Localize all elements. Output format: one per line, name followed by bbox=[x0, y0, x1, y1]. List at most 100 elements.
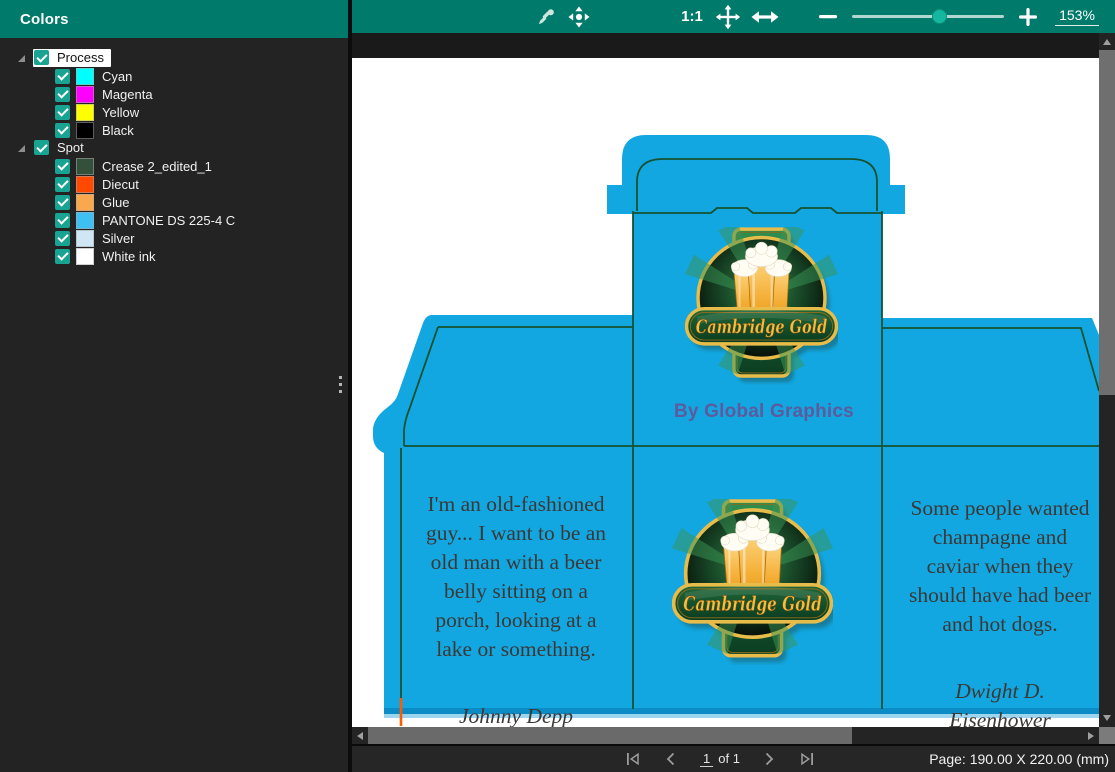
tree-item-silver[interactable]: Silver bbox=[0, 229, 348, 247]
vertical-scrollbar-thumb[interactable] bbox=[1099, 50, 1115, 395]
tree-item-yellow[interactable]: Yellow bbox=[0, 103, 348, 121]
scroll-down-button[interactable] bbox=[1099, 710, 1115, 726]
up-arrow-icon bbox=[1103, 39, 1111, 45]
process-checkbox[interactable] bbox=[34, 50, 49, 65]
silver-checkbox[interactable] bbox=[55, 231, 70, 246]
scroll-up-button[interactable] bbox=[1099, 34, 1115, 50]
white-ink-swatch bbox=[76, 248, 94, 265]
yellow-swatch bbox=[76, 104, 94, 121]
next-page-icon bbox=[763, 752, 775, 766]
page-navigation: 1 of 1 bbox=[624, 746, 816, 772]
down-arrow-icon bbox=[1103, 715, 1111, 721]
cambridge-gold-logo-top: Cambridge Gold bbox=[685, 227, 838, 385]
glue-checkbox[interactable] bbox=[55, 195, 70, 210]
tree-item-diecut[interactable]: Diecut bbox=[0, 175, 348, 193]
document-canvas: Cambridge Gold By Global Graphics bbox=[352, 33, 1115, 744]
zoom-percent-field[interactable]: 153% bbox=[1048, 0, 1106, 33]
quote-right-attribution: Dwight D. Eisenhower bbox=[887, 677, 1099, 728]
scrollbar-corner bbox=[1099, 727, 1115, 744]
panel-splitter-handle[interactable] bbox=[339, 376, 343, 397]
glue-label: Glue bbox=[102, 195, 129, 210]
page-size-label: Page: 190.00 X 220.00 (mm) bbox=[929, 746, 1109, 772]
page-indicator: 1 of 1 bbox=[700, 751, 740, 767]
cambridge-gold-logo-bottom: Cambridge Gold bbox=[672, 499, 833, 665]
tree-item-cyan[interactable]: Cyan bbox=[0, 67, 348, 85]
last-page-button[interactable] bbox=[798, 750, 816, 768]
process-selection[interactable]: Process bbox=[33, 49, 111, 67]
left-arrow-icon bbox=[357, 732, 363, 740]
magenta-swatch bbox=[76, 86, 94, 103]
black-checkbox[interactable] bbox=[55, 123, 70, 138]
diecut-label: Diecut bbox=[102, 177, 139, 192]
tree-group-process[interactable]: Process bbox=[0, 49, 348, 67]
zoom-in-button[interactable] bbox=[1014, 0, 1042, 33]
minus-icon bbox=[819, 15, 837, 19]
pantone-checkbox[interactable] bbox=[55, 213, 70, 228]
actual-size-button[interactable]: 1:1 bbox=[675, 0, 709, 33]
eyedropper-icon bbox=[536, 7, 556, 27]
tree-item-glue[interactable]: Glue bbox=[0, 193, 348, 211]
previous-page-icon bbox=[665, 752, 677, 766]
pantone-label: PANTONE DS 225-4 C bbox=[102, 213, 235, 228]
yellow-checkbox[interactable] bbox=[55, 105, 70, 120]
pan-move-icon bbox=[715, 4, 741, 30]
next-page-button[interactable] bbox=[760, 750, 778, 768]
tree-item-pantone[interactable]: PANTONE DS 225-4 C bbox=[0, 211, 348, 229]
diecut-checkbox[interactable] bbox=[55, 177, 70, 192]
magenta-checkbox[interactable] bbox=[55, 87, 70, 102]
expander-icon[interactable] bbox=[18, 55, 25, 62]
horizontal-scrollbar[interactable] bbox=[352, 727, 1099, 744]
tree-item-crease[interactable]: Crease 2_edited_1 bbox=[0, 157, 348, 175]
page-count-label: of 1 bbox=[718, 751, 740, 766]
scroll-right-button[interactable] bbox=[1083, 727, 1099, 744]
eyedropper-button[interactable] bbox=[533, 0, 559, 33]
precise-pan-icon bbox=[567, 5, 591, 29]
white-ink-label: White ink bbox=[102, 249, 155, 264]
crease-label: Crease 2_edited_1 bbox=[102, 159, 212, 174]
silver-label: Silver bbox=[102, 231, 135, 246]
tree-group-spot[interactable]: Spot bbox=[0, 139, 348, 157]
black-label: Black bbox=[102, 123, 134, 138]
spot-checkbox[interactable] bbox=[34, 140, 49, 155]
white-ink-checkbox[interactable] bbox=[55, 249, 70, 264]
document-page[interactable]: Cambridge Gold By Global Graphics bbox=[352, 58, 1099, 728]
scroll-left-button[interactable] bbox=[352, 727, 368, 744]
fit-width-icon bbox=[751, 9, 779, 25]
fit-width-button[interactable] bbox=[748, 0, 782, 33]
zoom-slider-track[interactable] bbox=[852, 15, 1004, 18]
status-bar: 1 of 1 Page: 190.00 X 220.00 (mm) bbox=[352, 744, 1115, 772]
vertical-scrollbar[interactable] bbox=[1099, 33, 1115, 727]
zoom-slider[interactable] bbox=[852, 0, 1004, 33]
page-number-input[interactable]: 1 bbox=[700, 751, 713, 767]
pan-move-button[interactable] bbox=[712, 0, 744, 33]
byline-text: By Global Graphics bbox=[674, 401, 840, 423]
zoom-percent-value[interactable]: 153% bbox=[1055, 7, 1099, 26]
cyan-swatch bbox=[76, 68, 94, 85]
actual-size-label: 1:1 bbox=[681, 8, 703, 25]
separations-tree: Process Cyan Magenta Yellow Bl bbox=[0, 38, 348, 265]
expander-icon[interactable] bbox=[18, 145, 25, 152]
crease-checkbox[interactable] bbox=[55, 159, 70, 174]
tree-item-black[interactable]: Black bbox=[0, 121, 348, 139]
process-label: Process bbox=[57, 50, 104, 65]
pantone-swatch bbox=[76, 212, 94, 229]
glue-swatch bbox=[76, 194, 94, 211]
precise-pan-button[interactable] bbox=[564, 0, 594, 33]
cyan-checkbox[interactable] bbox=[55, 69, 70, 84]
quote-right: Some people wanted champagne and caviar … bbox=[887, 465, 1099, 728]
plus-icon bbox=[1019, 8, 1037, 26]
yellow-label: Yellow bbox=[102, 105, 139, 120]
quote-right-text: Some people wanted champagne and caviar … bbox=[887, 494, 1099, 639]
previous-page-button[interactable] bbox=[662, 750, 680, 768]
tree-item-magenta[interactable]: Magenta bbox=[0, 85, 348, 103]
zoom-slider-thumb[interactable] bbox=[932, 9, 947, 24]
quote-left: I'm an old-fashioned guy... I want to be… bbox=[404, 461, 628, 728]
viewer-toolbar: 1:1 bbox=[352, 0, 1115, 33]
crease-swatch bbox=[76, 158, 94, 175]
zoom-out-button[interactable] bbox=[814, 0, 842, 33]
first-page-button[interactable] bbox=[624, 750, 642, 768]
tree-item-white-ink[interactable]: White ink bbox=[0, 247, 348, 265]
spot-selection[interactable]: Spot bbox=[33, 139, 91, 157]
colors-panel: Colors Process Cyan Magenta bbox=[0, 0, 348, 772]
horizontal-scrollbar-thumb[interactable] bbox=[368, 727, 852, 744]
